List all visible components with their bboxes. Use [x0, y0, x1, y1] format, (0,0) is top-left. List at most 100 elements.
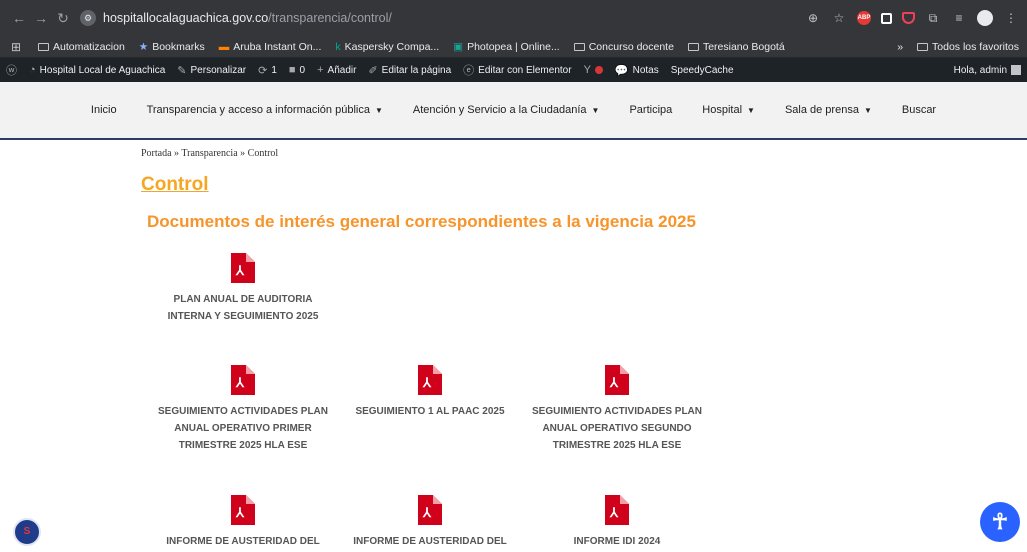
kaspersky-icon: k	[335, 40, 341, 53]
wp-edit-elementor-label: Editar con Elementor	[478, 64, 572, 76]
wp-add-new[interactable]: + Añadir	[317, 64, 356, 76]
section-title: Documentos de interés general correspond…	[147, 212, 696, 231]
seo-status-dot	[594, 66, 603, 74]
nav-label: Inicio	[90, 104, 117, 116]
profile-avatar-icon[interactable]	[977, 10, 993, 26]
bookmark-label: Kaspersky Compa...	[344, 40, 440, 53]
bookmark-item[interactable]: k Kaspersky Compa...	[335, 41, 439, 53]
nav-label: Buscar	[901, 104, 937, 116]
folder-icon	[573, 42, 585, 51]
document-title: PLAN ANUAL DE AUDITORIA INTERNA Y SEGUIM…	[167, 294, 319, 322]
wp-edit-elementor[interactable]: ⓔ Editar con Elementor	[463, 62, 571, 78]
nav-item-participa[interactable]: Participa	[629, 104, 672, 116]
pdf-icon: ⅄	[231, 365, 255, 395]
document-link[interactable]: ⅄ PLAN ANUAL DE AUDITORIA INTERNA Y SEGU…	[153, 253, 333, 325]
speech-bubble-icon: 💬	[614, 64, 629, 77]
wp-notes-label: Notas	[632, 64, 659, 76]
floating-logo-button[interactable]: S	[13, 518, 41, 546]
wp-updates-count: 1	[271, 64, 277, 76]
wp-updates[interactable]: ⟳ 1	[258, 64, 277, 77]
folder-icon	[917, 42, 929, 51]
aruba-icon: ▬	[218, 40, 230, 53]
wp-notes[interactable]: 💬 Notas	[615, 64, 659, 77]
document-title: SEGUIMIENTO ACTIVIDADES PLAN ANUAL OPERA…	[157, 406, 328, 451]
bookmark-item[interactable]: Automatizacion	[38, 41, 125, 53]
nav-label: Atención y Servicio a la Ciudadanía	[412, 104, 587, 116]
page-title[interactable]: Control	[141, 174, 1027, 196]
wp-customize-label: Personalizar	[190, 64, 247, 76]
zoom-icon[interactable]: ⊕	[805, 11, 821, 25]
wp-yoast[interactable]: Y	[584, 64, 603, 76]
document-link[interactable]: ⅄ INFORME DE AUSTERIDAD DEL GASTO II TRI…	[340, 495, 520, 552]
nav-item-sala-de-prensa[interactable]: Sala de prensa ▼	[785, 104, 872, 116]
forward-icon[interactable]: →	[30, 10, 52, 26]
comment-icon: ■	[288, 64, 296, 76]
bookmark-label: Automatizacion	[53, 40, 125, 53]
browser-toolbar: ← → ↻ ⚙ hospitallocalaguachica.gov.co/tr…	[0, 0, 1027, 36]
wp-edit-page-label: Editar la página	[381, 64, 452, 76]
pdf-icon: ⅄	[231, 495, 255, 525]
bookmark-item[interactable]: ▣ Photopea | Online...	[453, 41, 560, 53]
caret-down-icon: ▼	[747, 105, 755, 115]
extensions-puzzle-icon[interactable]: ⧉	[925, 11, 941, 26]
wp-comments[interactable]: ■ 0	[289, 64, 305, 76]
wp-site-name[interactable]: ◔ Hospital Local de Aguachica	[29, 64, 165, 76]
document-link[interactable]: ⅄ INFORME DE AUSTERIDAD DEL GASTO I TRIM…	[153, 495, 333, 552]
bookmarks-bar: ⊞ Automatizacion ★ Bookmarks ▬ Aruba Insta…	[0, 36, 1027, 58]
nav-item-transparencia[interactable]: Transparencia y acceso a información púb…	[147, 104, 383, 116]
bookmark-item[interactable]: Teresiano Bogotá	[687, 41, 785, 53]
brush-icon: ✎	[177, 64, 187, 77]
nav-item-hospital[interactable]: Hospital ▼	[702, 104, 755, 116]
document-link[interactable]: ⅄ INFORME IDI 2024	[527, 495, 707, 550]
star-icon: ★	[138, 40, 149, 53]
yoast-icon: Y	[583, 64, 591, 76]
bookmark-item[interactable]: Concurso docente	[573, 41, 674, 53]
menu-icon[interactable]: ⋮	[1003, 11, 1019, 25]
wp-admin-bar: ⓦ ◔ Hospital Local de Aguachica ✎ Personal…	[0, 58, 1027, 82]
caret-down-icon: ▼	[863, 105, 872, 115]
pdf-icon: ⅄	[605, 365, 629, 395]
apps-grid-icon[interactable]: ⊞	[8, 40, 24, 54]
breadcrumb[interactable]: Portada » Transparencia » Control	[141, 140, 1027, 159]
wp-speedycache[interactable]: SpeedyCache	[671, 65, 734, 76]
accessibility-icon[interactable]: ☥	[980, 502, 1020, 542]
address-bar[interactable]: ⚙ hospitallocalaguachica.gov.co/transpar…	[80, 10, 805, 26]
document-title: SEGUIMIENTO ACTIVIDADES PLAN ANUAL OPERA…	[531, 406, 702, 451]
wp-add-new-label: Añadir	[327, 64, 357, 76]
nav-item-atencion[interactable]: Atención y Servicio a la Ciudadanía ▼	[413, 104, 600, 116]
updates-icon: ⟳	[258, 64, 268, 77]
pdf-icon: ⅄	[605, 495, 629, 525]
bookmark-label: Photopea | Online...	[467, 40, 560, 53]
wp-customize[interactable]: ✎ Personalizar	[177, 64, 246, 77]
reload-icon[interactable]: ↻	[52, 10, 74, 27]
pdf-icon: ⅄	[231, 253, 255, 283]
nav-label: Hospital	[702, 104, 743, 116]
bookmark-item[interactable]: ▬ Aruba Instant On...	[219, 41, 322, 53]
dashboard-icon: ◔	[29, 64, 36, 76]
site-main-nav: Inicio Transparencia y acceso a informac…	[0, 82, 1027, 140]
wordpress-icon: ⓦ	[6, 65, 17, 77]
wp-logo[interactable]: ⓦ	[6, 62, 17, 78]
media-icon[interactable]: ≡	[951, 11, 967, 25]
pdf-icon: ⅄	[418, 495, 442, 525]
document-link[interactable]: ⅄ SEGUIMIENTO ACTIVIDADES PLAN ANUAL OPE…	[527, 365, 707, 454]
wp-account[interactable]: Hola, admin	[954, 65, 1021, 76]
extension-icon[interactable]	[881, 12, 892, 24]
nav-item-buscar[interactable]: Buscar	[902, 104, 936, 116]
back-icon[interactable]: ←	[8, 10, 30, 26]
all-bookmarks[interactable]: Todos los favoritos	[917, 41, 1019, 53]
bookmarks-overflow[interactable]: »	[897, 41, 903, 53]
adblock-icon[interactable]: ABP	[857, 11, 871, 25]
bookmark-star-icon[interactable]: ☆	[831, 11, 847, 25]
wp-comments-count: 0	[299, 64, 306, 76]
document-link[interactable]: ⅄ SEGUIMIENTO 1 AL PAAC 2025	[340, 365, 520, 420]
pocket-icon[interactable]	[902, 12, 915, 24]
document-link[interactable]: ⅄ SEGUIMIENTO ACTIVIDADES PLAN ANUAL OPE…	[153, 365, 333, 454]
bookmark-label: Todos los favoritos	[932, 40, 1019, 53]
document-title: INFORME DE AUSTERIDAD DEL GASTO II TRIME…	[353, 536, 507, 547]
nav-item-inicio[interactable]: Inicio	[91, 104, 117, 116]
site-info-icon[interactable]: ⚙	[80, 10, 96, 26]
bookmark-item[interactable]: ★ Bookmarks	[139, 41, 205, 53]
pencil-icon: ✐	[368, 64, 378, 77]
wp-edit-page[interactable]: ✐ Editar la página	[368, 64, 451, 77]
